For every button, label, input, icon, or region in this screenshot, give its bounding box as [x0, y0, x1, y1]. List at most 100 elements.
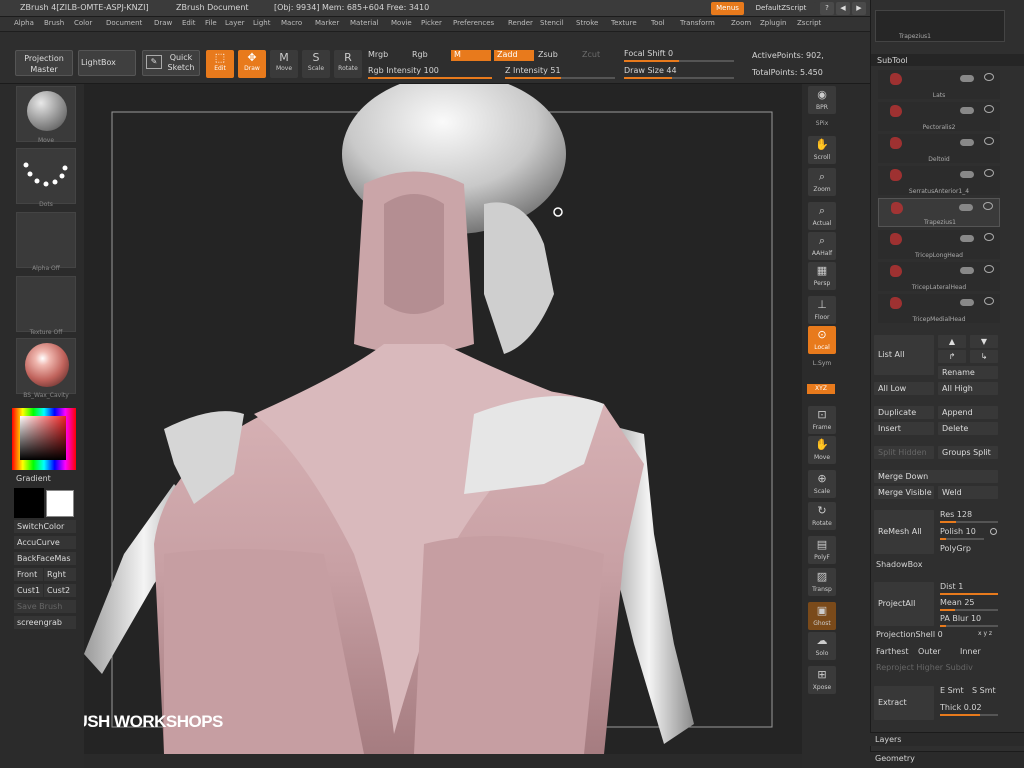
gradient-label[interactable]: Gradient: [16, 474, 51, 483]
subtool-toggle-icon[interactable]: [960, 107, 974, 114]
eye-icon[interactable]: [984, 137, 994, 145]
dist-slider-track[interactable]: [940, 593, 998, 595]
accucurve-button[interactable]: AccuCurve: [14, 536, 76, 549]
menu-item-color[interactable]: Color: [74, 19, 92, 27]
s-smt-slider[interactable]: S Smt: [972, 686, 996, 695]
inner-toggle[interactable]: Inner: [960, 647, 981, 656]
color-picker[interactable]: [12, 408, 76, 470]
eye-icon[interactable]: [983, 202, 993, 210]
menu-item-light[interactable]: Light: [253, 19, 270, 27]
m-toggle[interactable]: M: [451, 50, 491, 61]
subtool-title[interactable]: SubTool: [877, 56, 908, 65]
subtool-item[interactable]: Lats: [878, 70, 1000, 99]
outer-toggle[interactable]: Outer: [918, 647, 941, 656]
shadowbox-button[interactable]: ShadowBox: [876, 560, 922, 569]
subtool-toggle-icon[interactable]: [960, 75, 974, 82]
subtool-toggle-icon[interactable]: [960, 299, 974, 306]
view-button-lsym[interactable]: L.Sym: [804, 360, 840, 367]
stroke-thumbnail[interactable]: [16, 148, 76, 204]
texture-thumbnail[interactable]: [16, 276, 76, 332]
question-icon[interactable]: ?: [820, 2, 834, 15]
viewport-3d-model[interactable]: [84, 84, 802, 754]
view-button-scale[interactable]: ⊕ Scale: [808, 470, 836, 498]
e-smt-slider[interactable]: E Smt: [940, 686, 964, 695]
focal-shift-slider[interactable]: [624, 60, 734, 62]
dist-slider[interactable]: Dist 1: [940, 582, 963, 591]
thick-slider-track[interactable]: [940, 714, 998, 716]
view-button-polyf[interactable]: ▤ PolyF: [808, 536, 836, 564]
split-hidden-button[interactable]: Split Hidden: [874, 446, 934, 459]
subtool-toggle-icon[interactable]: [960, 171, 974, 178]
tool-thumbnail[interactable]: [875, 10, 1005, 42]
menu-item-picker[interactable]: Picker: [421, 19, 442, 27]
reproject-higher-subdiv-button[interactable]: Reproject Higher Subdiv: [876, 663, 973, 672]
quick-sketch-button[interactable]: ✎ Quick Sketch: [142, 50, 200, 76]
all-low-button[interactable]: All Low: [874, 382, 934, 395]
default-zscript-button[interactable]: DefaultZScript: [746, 2, 816, 15]
view-button-solo[interactable]: ☁ Solo: [808, 632, 836, 660]
mean-slider-track[interactable]: [940, 609, 998, 611]
subtool-item[interactable]: SerratusAnterior1_4: [878, 166, 1000, 195]
menu-item-movie[interactable]: Movie: [391, 19, 412, 27]
focal-shift-slider-label[interactable]: Focal Shift 0: [624, 49, 673, 58]
rgb-intensity-slider[interactable]: [368, 77, 492, 79]
view-button-bpr[interactable]: ◉ BPR: [808, 86, 836, 114]
cust1-view-button[interactable]: Cust1: [14, 584, 43, 597]
subtool-toggle-icon[interactable]: [960, 139, 974, 146]
menu-item-brush[interactable]: Brush: [44, 19, 64, 27]
view-button-zoom[interactable]: ⌕ Zoom: [808, 168, 836, 196]
menu-item-draw[interactable]: Draw: [154, 19, 172, 27]
mean-slider[interactable]: Mean 25: [940, 598, 975, 607]
geometry-section-header[interactable]: Geometry: [875, 754, 915, 763]
move-down-icon[interactable]: ↳: [970, 350, 998, 363]
view-button-scroll[interactable]: ✋ Scroll: [808, 136, 836, 164]
eye-icon[interactable]: [984, 233, 994, 241]
secondary-color-swatch[interactable]: [46, 490, 74, 517]
view-button-actual[interactable]: ⌕ Actual: [808, 202, 836, 230]
menu-item-alpha[interactable]: Alpha: [14, 19, 34, 27]
z-intensity-slider-label[interactable]: Z Intensity 51: [505, 66, 561, 75]
view-button-transp[interactable]: ▨ Transp: [808, 568, 836, 596]
pa-blur-slider-track[interactable]: [940, 625, 998, 627]
res-slider[interactable]: Res 128: [940, 510, 972, 519]
view-button-persp[interactable]: ▦ Persp: [808, 262, 836, 290]
draw-button[interactable]: ✥ Draw: [238, 50, 266, 78]
menu-item-material[interactable]: Material: [350, 19, 378, 27]
menu-item-zplugin[interactable]: Zplugin: [760, 19, 786, 27]
all-high-button[interactable]: All High: [938, 382, 998, 395]
draw-size-slider-label[interactable]: Draw Size 44: [624, 66, 677, 75]
z-intensity-slider[interactable]: [505, 77, 615, 79]
menu-item-document[interactable]: Document: [106, 19, 142, 27]
zcut-toggle[interactable]: Zcut: [582, 50, 600, 59]
document-canvas[interactable]: ZBRUSH WORKSHOPS: [84, 84, 802, 754]
eye-icon[interactable]: [984, 297, 994, 305]
subtool-item[interactable]: Trapezius1: [878, 198, 1000, 227]
menus-button[interactable]: Menus: [711, 2, 744, 15]
alpha-thumbnail[interactable]: [16, 212, 76, 268]
subtool-toggle-icon[interactable]: [960, 235, 974, 242]
arrow-down-icon[interactable]: ▼: [970, 335, 998, 348]
menu-item-file[interactable]: File: [205, 19, 217, 27]
menu-item-stencil[interactable]: Stencil: [540, 19, 564, 27]
screengrab-button[interactable]: screengrab: [14, 616, 76, 629]
scale-button[interactable]: S Scale: [302, 50, 330, 78]
subtool-item[interactable]: Pectoralis2: [878, 102, 1000, 131]
subtool-toggle-icon[interactable]: [959, 204, 973, 211]
menu-item-layer[interactable]: Layer: [225, 19, 245, 27]
extract-button[interactable]: Extract: [874, 686, 934, 720]
projection-shell-slider[interactable]: ProjectionShell 0: [876, 630, 943, 639]
view-button-local[interactable]: ⊙ Local: [808, 326, 836, 354]
weld-button[interactable]: Weld: [938, 486, 998, 499]
save-brush-button[interactable]: Save Brush: [14, 600, 76, 613]
eye-icon[interactable]: [984, 105, 994, 113]
menu-item-zscript[interactable]: Zscript: [797, 19, 821, 27]
color-picker-square[interactable]: [20, 416, 66, 460]
primary-color-swatch[interactable]: [14, 488, 44, 518]
eye-icon[interactable]: [984, 265, 994, 273]
menu-item-render[interactable]: Render: [508, 19, 533, 27]
polish-toggle-icon[interactable]: [990, 528, 997, 535]
layers-section-header[interactable]: Layers: [875, 735, 901, 744]
view-button-rotate[interactable]: ↻ Rotate: [808, 502, 836, 530]
view-button-frame[interactable]: ⊡ Frame: [808, 406, 836, 434]
remesh-all-button[interactable]: ReMesh All: [874, 510, 934, 554]
